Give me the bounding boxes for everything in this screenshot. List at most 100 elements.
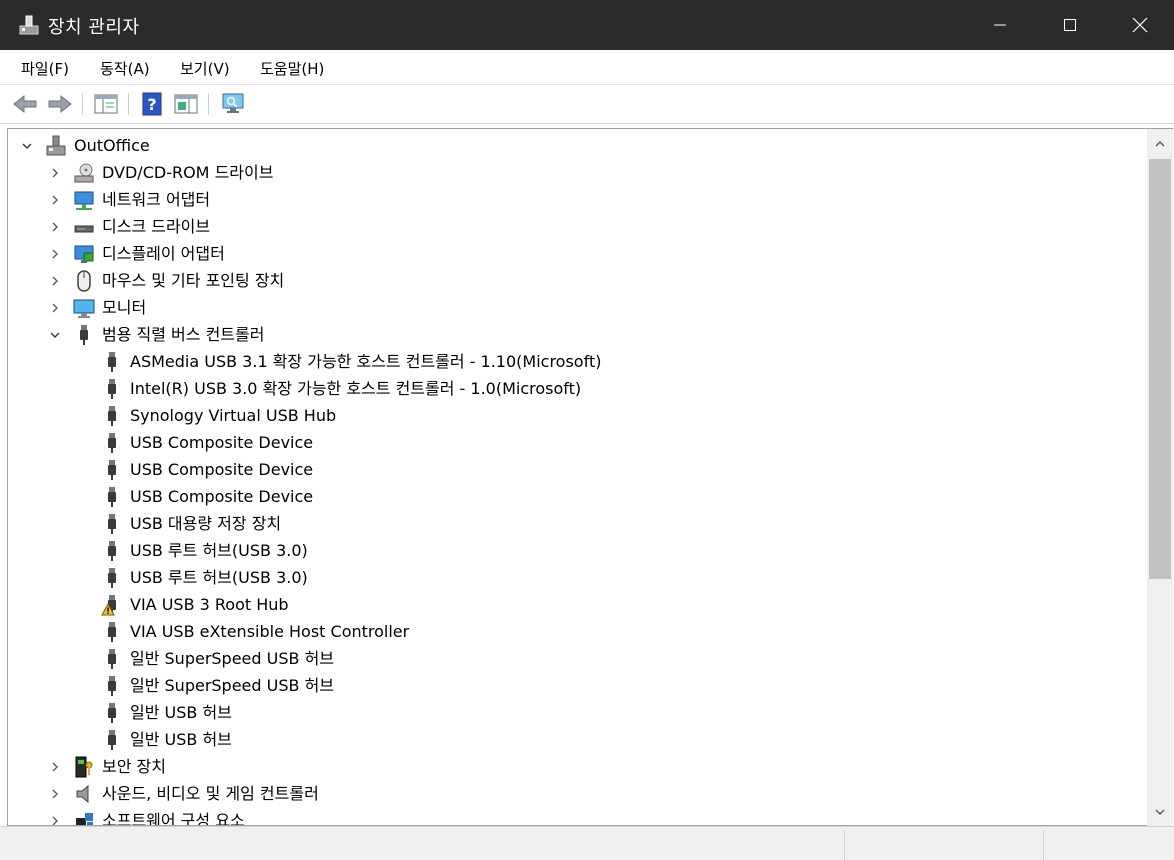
monitor-icon (72, 296, 96, 320)
tree-item-mouse[interactable]: 마우스 및 기타 포인팅 장치 (46, 268, 284, 294)
tree-root[interactable]: OutOffice (18, 133, 150, 159)
help-button[interactable]: ? (138, 90, 166, 118)
chevron-right-icon[interactable] (46, 164, 64, 182)
chevron-right-icon[interactable] (46, 812, 64, 825)
menu-file[interactable]: 파일(F) (21, 58, 69, 79)
show-hidden-button[interactable] (172, 90, 200, 118)
chevron-right-icon[interactable] (46, 191, 64, 209)
menu-bar: 파일(F) 동작(A) 보기(V) 도움말(H) (0, 50, 1174, 85)
monitor-scan-icon (222, 93, 244, 113)
chevron-right-icon[interactable] (46, 245, 64, 263)
tree-item-network[interactable]: 네트워크 어댑터 (46, 187, 210, 213)
scan-hardware-button[interactable] (219, 90, 247, 118)
tree-item-label: 범용 직렬 버스 컨트롤러 (102, 325, 265, 344)
close-icon (1132, 17, 1148, 33)
tree-item-dvd[interactable]: DVD/CD-ROM 드라이브 (46, 160, 273, 186)
display-adapter-icon (72, 242, 96, 266)
tree-child-usb-device[interactable]: VIA USB eXtensible Host Controller (100, 619, 409, 645)
tree-child-usb-device[interactable]: USB 루트 허브(USB 3.0) (100, 565, 308, 591)
network-adapter-icon (72, 188, 96, 212)
tree-child-usb-device[interactable]: VIA USB 3 Root Hub (100, 592, 289, 618)
usb-icon (72, 323, 96, 347)
maximize-button[interactable] (1035, 0, 1105, 50)
tree-item-display[interactable]: 디스플레이 어댑터 (46, 241, 225, 267)
properties-pane-button[interactable] (92, 90, 120, 118)
tree-item-sound[interactable]: 사운드, 비디오 및 게임 컨트롤러 (46, 781, 319, 807)
tree-item-label: 마우스 및 기타 포인팅 장치 (102, 271, 285, 290)
device-manager-window: 장치 관리자 파일(F) 동작(A) 보기(V) 도움말(H) ? OutOff… (0, 0, 1174, 860)
tree-item-security[interactable]: 보안 장치 (46, 754, 166, 780)
chevron-right-icon[interactable] (46, 785, 64, 803)
usb-icon (100, 404, 124, 428)
tree-item-label: 보안 장치 (102, 757, 166, 776)
svg-text:?: ? (147, 95, 156, 114)
tree-child-usb-device[interactable]: Intel(R) USB 3.0 확장 가능한 호스트 컨트롤러 - 1.0(M… (100, 376, 581, 402)
vertical-scrollbar[interactable] (1147, 128, 1173, 827)
tree-root-label: OutOffice (74, 136, 150, 155)
device-tree[interactable]: OutOffice DVD/CD-ROM 드라이브 네트워크 어댑터 디스크 드… (7, 128, 1148, 826)
tree-item-label: 디스크 드라이브 (102, 217, 211, 236)
usb-icon (100, 566, 124, 590)
chevron-down-icon[interactable] (18, 137, 36, 155)
tree-child-label: 일반 USB 허브 (130, 730, 232, 749)
scroll-thumb[interactable] (1149, 159, 1171, 579)
tree-child-label: USB 대용량 저장 장치 (130, 514, 282, 533)
chevron-up-icon (1155, 141, 1165, 147)
tree-child-label: USB Composite Device (130, 433, 314, 452)
tree-child-usb-device[interactable]: Synology Virtual USB Hub (100, 403, 336, 429)
usb-icon (100, 458, 124, 482)
tree-item-software-components[interactable]: 소프트웨어 구성 요소 (46, 808, 245, 826)
close-button[interactable] (1105, 0, 1174, 50)
menu-help[interactable]: 도움말(H) (260, 58, 324, 79)
scroll-up-button[interactable] (1147, 129, 1173, 159)
toolbar-separator (82, 93, 83, 115)
tree-item-label: DVD/CD-ROM 드라이브 (102, 163, 274, 182)
tree-item-label: 모니터 (102, 298, 147, 317)
tree-item-label: 디스플레이 어댑터 (102, 244, 225, 263)
back-icon (13, 94, 37, 114)
tree-child-usb-device[interactable]: USB 루트 허브(USB 3.0) (100, 538, 308, 564)
tree-child-label: USB 루트 허브(USB 3.0) (130, 568, 308, 587)
tree-child-usb-device[interactable]: USB Composite Device (100, 430, 313, 456)
tree-child-usb-device[interactable]: 일반 SuperSpeed USB 허브 (100, 673, 334, 699)
tree-item-monitor[interactable]: 모니터 (46, 295, 146, 321)
tree-item-usb-controllers[interactable]: 범용 직렬 버스 컨트롤러 (46, 322, 264, 348)
chevron-down-icon[interactable] (46, 326, 64, 344)
tree-child-label: Intel(R) USB 3.0 확장 가능한 호스트 컨트롤러 - 1.0(M… (130, 379, 582, 398)
usb-icon (100, 377, 124, 401)
usb-icon (100, 728, 124, 752)
usb-icon (100, 512, 124, 536)
title-bar[interactable]: 장치 관리자 (0, 0, 1174, 50)
tree-child-label: USB 루트 허브(USB 3.0) (130, 541, 308, 560)
tree-item-disk[interactable]: 디스크 드라이브 (46, 214, 210, 240)
tree-child-label: USB Composite Device (130, 460, 314, 479)
chevron-right-icon[interactable] (46, 272, 64, 290)
tree-child-usb-device[interactable]: ASMedia USB 3.1 확장 가능한 호스트 컨트롤러 - 1.10(M… (100, 349, 601, 375)
tree-child-usb-device[interactable]: USB 대용량 저장 장치 (100, 511, 281, 537)
tree-child-usb-device[interactable]: USB Composite Device (100, 457, 313, 483)
tree-child-label: 일반 SuperSpeed USB 허브 (130, 649, 335, 668)
tree-child-usb-device[interactable]: USB Composite Device (100, 484, 313, 510)
tree-child-label: Synology Virtual USB Hub (130, 406, 337, 425)
tree-child-usb-device[interactable]: 일반 SuperSpeed USB 허브 (100, 646, 334, 672)
tree-child-usb-device[interactable]: 일반 USB 허브 (100, 700, 232, 726)
toolbar: ? (0, 85, 1174, 124)
chevron-right-icon[interactable] (46, 299, 64, 317)
tree-child-label: 일반 USB 허브 (130, 703, 232, 722)
toolbar-separator (208, 93, 209, 115)
tree-child-usb-device[interactable]: 일반 USB 허브 (100, 727, 232, 753)
tree-item-label: 소프트웨어 구성 요소 (102, 811, 245, 826)
chevron-right-icon[interactable] (46, 218, 64, 236)
forward-button[interactable] (46, 90, 74, 118)
usb-warning-icon (100, 593, 124, 617)
scroll-down-button[interactable] (1147, 797, 1173, 827)
usb-icon (100, 431, 124, 455)
tree-item-label: 사운드, 비디오 및 게임 컨트롤러 (102, 784, 319, 803)
tree-child-label: 일반 SuperSpeed USB 허브 (130, 676, 335, 695)
minimize-button[interactable] (965, 0, 1035, 50)
back-button[interactable] (11, 90, 39, 118)
chevron-right-icon[interactable] (46, 758, 64, 776)
menu-view[interactable]: 보기(V) (180, 58, 230, 79)
menu-action[interactable]: 동작(A) (100, 58, 150, 79)
dvd-drive-icon (72, 161, 96, 185)
